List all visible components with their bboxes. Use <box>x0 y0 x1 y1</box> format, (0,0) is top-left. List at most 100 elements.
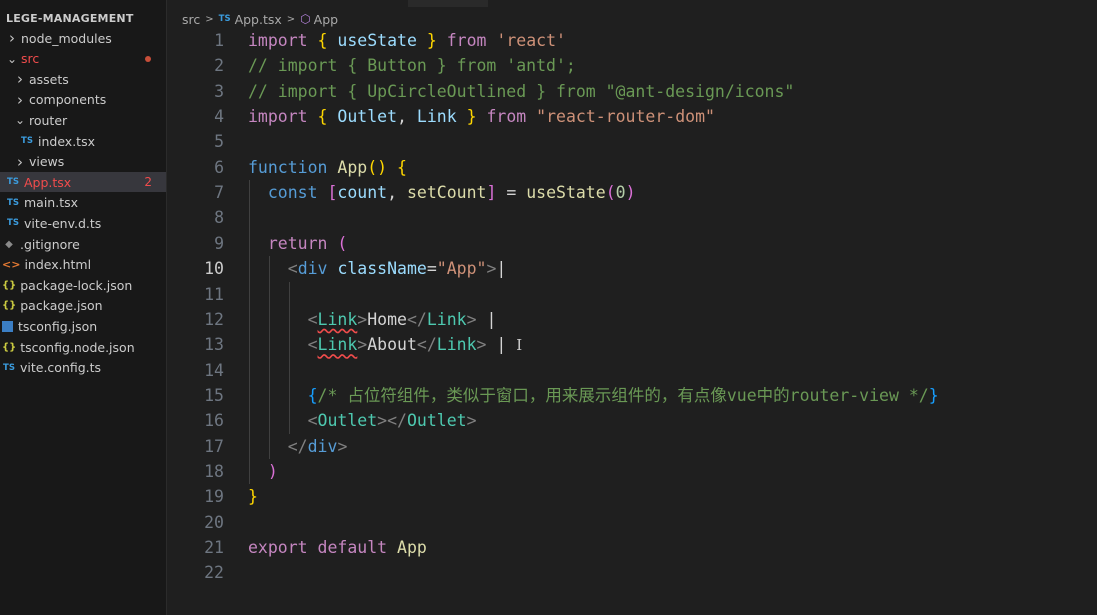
code-line[interactable]: 2 // import { Button } from 'antd'; <box>168 53 1097 78</box>
code-line[interactable]: 20 <box>168 510 1097 535</box>
tree-item-vite-env-d-ts[interactable]: TS vite-env.d.ts <box>0 213 166 233</box>
code-line[interactable]: 19} <box>168 484 1097 509</box>
line-number: 13 <box>204 335 224 355</box>
explorer-sidebar: LEGE-MANAGEMENT › node_modules ⌄ src › assets… <box>0 0 167 615</box>
tree-item-index-tsx[interactable]: TS index.tsx <box>0 131 166 151</box>
code-token: // import { UpCircleOutlined } from "@an… <box>248 81 795 101</box>
code-line[interactable]: 10 <div className="App">| <box>168 256 1097 281</box>
chevron-right-icon: › <box>17 90 23 109</box>
line-number: 20 <box>204 512 224 532</box>
code-line[interactable]: 8 <box>168 205 1097 230</box>
code-token: > <box>357 309 368 329</box>
line-text: <Outlet></Outlet> <box>248 408 477 433</box>
code-line[interactable]: 16 <Outlet></Outlet> <box>168 408 1097 433</box>
code-line[interactable]: 1 import { useState } from 'react' <box>168 28 1097 53</box>
code-line[interactable]: 6 function App() { <box>168 155 1097 180</box>
code-token: className <box>337 259 427 279</box>
code-token: ) <box>267 461 278 481</box>
code-line[interactable]: 5 <box>168 129 1097 154</box>
code-token: = <box>496 183 527 203</box>
tree-item-label: index.html <box>24 257 92 273</box>
code-token: } <box>466 107 477 127</box>
tree-item-label: tsconfig.json <box>18 318 98 334</box>
tree-item-package-lock-json[interactable]: {} package-lock.json <box>0 275 166 295</box>
code-line[interactable]: 7 const [count, setCount] = useState(0) <box>168 180 1097 205</box>
tree-item-label: components <box>29 92 107 108</box>
line-number: 9 <box>214 233 224 253</box>
tree-item-index-html[interactable]: <> index.html <box>0 255 166 275</box>
error-count-badge: 2 <box>144 175 152 190</box>
line-text: // import { UpCircleOutlined } from "@an… <box>248 79 794 104</box>
tree-item-vite-config-ts[interactable]: TS vite.config.ts <box>0 358 166 378</box>
code-line[interactable]: 22 <box>168 560 1097 585</box>
code-token: ( <box>337 233 348 253</box>
tsconfig-file-icon <box>2 320 13 332</box>
tree-item-label: node_modules <box>21 30 112 46</box>
code-token: 'react' <box>496 31 566 50</box>
code-token: < <box>307 309 318 329</box>
tree-item-tsconfig-json[interactable]: tsconfig.json <box>0 316 166 336</box>
code-token: div <box>297 259 328 279</box>
line-text: export default App <box>248 535 427 560</box>
code-line[interactable]: 12 <Link>Home</Link> | <box>168 307 1097 332</box>
text-cursor-icon: I <box>516 336 523 355</box>
line-text: ) <box>248 459 278 484</box>
code-line[interactable]: 13 <Link>About</Link> | I <box>168 332 1097 357</box>
code-token: App <box>397 538 427 557</box>
git-file-icon: ◆ <box>5 238 13 250</box>
code-line[interactable]: 14 <box>168 358 1097 383</box>
tree-item-views[interactable]: › views <box>0 152 166 172</box>
code-line[interactable]: 4 import { Outlet, Link } from "react-rou… <box>168 104 1097 129</box>
code-token: > <box>357 335 368 355</box>
tree-item-label: src <box>21 51 40 67</box>
tree-item-assets[interactable]: › assets <box>0 69 166 89</box>
breadcrumb-file[interactable]: App.tsx <box>235 12 282 27</box>
code-token: ] <box>486 183 497 203</box>
tree-item-src[interactable]: ⌄ src <box>0 49 166 69</box>
breadcrumb-folder[interactable]: src <box>182 12 200 27</box>
breadcrumb-symbol[interactable]: App <box>314 12 338 27</box>
line-number: 5 <box>214 132 224 152</box>
code-token: Link <box>426 309 467 329</box>
line-number: 1 <box>214 31 224 50</box>
line-number: 17 <box>204 436 224 456</box>
code-token: from <box>486 107 527 127</box>
code-token: function <box>248 157 328 177</box>
tree-item-router[interactable]: ⌄ router <box>0 110 166 130</box>
code-token: setCount <box>406 183 487 203</box>
code-token: App <box>337 157 368 177</box>
tree-item-label: tsconfig.node.json <box>20 339 135 355</box>
tree-item-gitignore[interactable]: ◆ .gitignore <box>0 234 166 254</box>
code-line[interactable]: 15 {/* 占位符组件，类似于窗口，用来展示组件的，有点像vue中的route… <box>168 383 1097 408</box>
code-token: About <box>367 335 417 355</box>
typescript-file-icon: TS <box>7 177 19 188</box>
code-line[interactable]: 9 return ( <box>168 231 1097 256</box>
code-token: Outlet <box>337 107 398 127</box>
code-token: | <box>496 259 507 279</box>
code-line[interactable]: 21 export default App <box>168 535 1097 560</box>
code-line[interactable]: 17 </div> <box>168 434 1097 459</box>
tree-item-components[interactable]: › components <box>0 90 166 110</box>
line-text: // import { Button } from 'antd'; <box>248 53 576 78</box>
tree-item-app-tsx[interactable]: TS App.tsx 2 <box>0 172 166 193</box>
code-token: 0 <box>615 183 626 203</box>
code-token: </ <box>416 335 437 355</box>
tree-item-label: App.tsx <box>24 174 72 190</box>
json-file-icon: {} <box>2 279 17 291</box>
code-token: } <box>248 487 258 507</box>
code-token: "react-router-dom" <box>536 107 715 127</box>
tree-item-main-tsx[interactable]: TS main.tsx <box>0 193 166 213</box>
explorer-title[interactable]: LEGE-MANAGEMENT <box>6 8 166 28</box>
tree-item-node-modules[interactable]: › node_modules <box>0 28 166 48</box>
code-line[interactable]: 3 // import { UpCircleOutlined } from "@a… <box>168 79 1097 104</box>
code-line[interactable]: 18 ) <box>168 459 1097 484</box>
tree-item-package-json[interactable]: {} package.json <box>0 296 166 316</box>
tree-item-tsconfig-node-json[interactable]: {} tsconfig.node.json <box>0 337 166 357</box>
code-line[interactable]: 11 <box>168 282 1097 307</box>
code-editor[interactable]: src > TS App.tsx > ⬡ App 1 import { useSt… <box>168 0 1097 615</box>
code-token: return <box>267 233 328 253</box>
chevron-down-icon: ⌄ <box>6 51 18 66</box>
